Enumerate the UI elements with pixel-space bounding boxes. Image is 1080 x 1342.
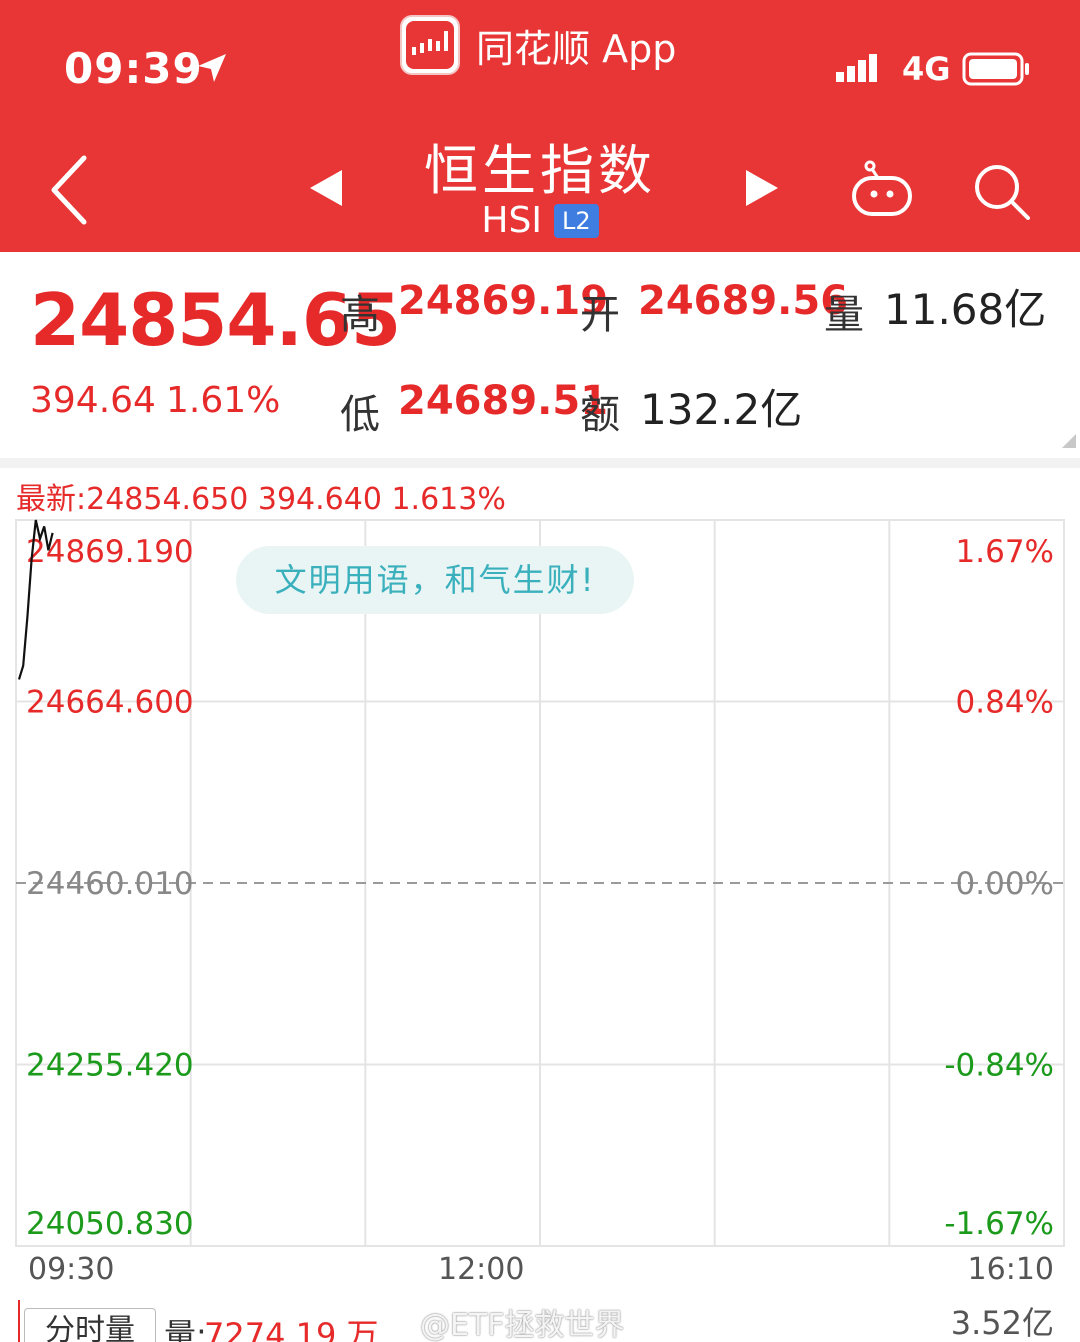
x-tick-label: 16:10 <box>967 1252 1054 1287</box>
status-time: 09:39 <box>64 44 203 93</box>
app-header: 09:39 同花顺 App 4G 恒生指数 HSI L2 <box>0 0 1080 252</box>
watermark: @ETF拯救世界 <box>420 1308 625 1342</box>
app-name: 同花顺 App <box>476 26 677 71</box>
x-tick-label: 12:00 <box>438 1252 525 1287</box>
open-value: 24689.56 <box>638 278 849 324</box>
volume-section: 分时量 量: 7274.19 万 @ETF拯救世界 3.52亿 <box>0 1300 1080 1342</box>
quote-panel[interactable]: 24854.65 394.64 1.61% 高 24869.19 开 24689… <box>0 252 1080 458</box>
high-value: 24869.19 <box>398 278 609 324</box>
location-arrow-icon <box>198 54 226 82</box>
volume-value: 11.68亿 <box>884 285 1047 334</box>
expand-corner-icon[interactable] <box>1062 434 1076 448</box>
index-code: HSI <box>481 200 542 241</box>
intraday-chart-svg: 24869.190 1.67%24664.600 0.84%24460.010 0.0… <box>15 519 1065 1247</box>
price-change: 394.64 <box>30 380 156 421</box>
y-tick-label-right: 0.00% <box>956 866 1054 902</box>
y-tick-label-right: 1.67% <box>956 534 1054 570</box>
search-icon[interactable] <box>970 160 1032 222</box>
index-code-row: HSI L2 <box>0 200 1080 241</box>
amount-label: 额 <box>580 392 620 438</box>
amount-value: 132.2亿 <box>640 385 803 434</box>
volume-label: 量 <box>824 292 864 338</box>
section-divider <box>0 458 1080 468</box>
y-tick-label-left: 24050.830 <box>26 1206 194 1242</box>
robot-assistant-icon[interactable] <box>848 160 916 220</box>
signal-icon <box>836 54 877 82</box>
price-change-percent: 1.61% <box>166 380 281 421</box>
intraday-chart[interactable]: 24869.190 1.67% 24664.600 0.84% 24460.010 0.0… <box>0 516 1080 1256</box>
index-name: 恒生指数 <box>424 139 656 202</box>
community-notice: 文明用语，和气生财! <box>236 546 634 614</box>
y-tick-label-right: -0.84% <box>944 1048 1054 1084</box>
level2-badge: L2 <box>553 203 599 238</box>
x-tick-label: 09:30 <box>28 1252 115 1287</box>
app-switcher[interactable]: 同花顺 App <box>400 14 676 76</box>
volume-max: 3.52亿 <box>950 1304 1054 1342</box>
y-tick-label-right: -1.67% <box>944 1206 1054 1242</box>
next-index-icon[interactable] <box>742 168 782 208</box>
chart-latest-readout: 最新:24854.650 394.640 1.613% <box>16 482 506 517</box>
y-tick-label-left: 24460.010 <box>26 866 194 902</box>
open-label: 开 <box>580 292 620 338</box>
volume-label: 量: <box>164 1316 207 1342</box>
volume-tab[interactable]: 分时量 <box>24 1308 156 1342</box>
battery-icon <box>962 52 1029 86</box>
volume-value: 7274.19 万 <box>204 1316 379 1342</box>
low-value: 24689.51 <box>398 378 609 424</box>
network-type: 4G <box>902 50 951 88</box>
low-label: 低 <box>340 392 380 438</box>
high-label: 高 <box>340 292 380 338</box>
y-tick-label-right: 0.84% <box>956 685 1054 721</box>
y-tick-label-left: 24255.420 <box>26 1048 194 1084</box>
y-tick-label-left: 24664.600 <box>26 685 194 721</box>
app-logo-icon <box>400 15 460 75</box>
